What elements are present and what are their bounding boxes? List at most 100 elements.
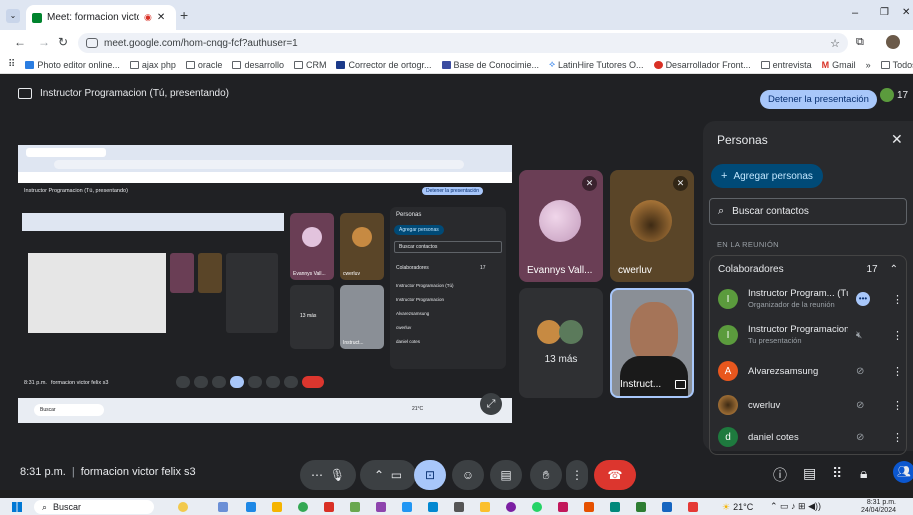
minimize-button[interactable]: – bbox=[852, 7, 858, 19]
new-tab-button[interactable]: + bbox=[180, 7, 188, 23]
tray-icons[interactable]: ⌃ ▭ ♪ ⊞ ◀)) bbox=[770, 501, 821, 512]
tab-close-icon[interactable]: ✕ bbox=[157, 12, 165, 23]
app-icon[interactable] bbox=[610, 502, 620, 512]
bookmark-folder[interactable]: ajax php bbox=[129, 60, 176, 70]
forward-icon[interactable]: → bbox=[38, 35, 50, 49]
people-button[interactable]: 👥︎ bbox=[893, 461, 913, 483]
photo-editor-icon bbox=[25, 60, 35, 69]
more-vert-icon[interactable]: ⋮ bbox=[892, 365, 903, 378]
raise-hand-button[interactable]: ✋︎ bbox=[530, 460, 562, 490]
site-info-icon[interactable] bbox=[86, 38, 98, 48]
add-people-button[interactable]: + Agregar personas bbox=[711, 164, 823, 188]
back-icon[interactable]: ← bbox=[14, 35, 26, 49]
mic-off-icon[interactable]: ⊘ bbox=[856, 400, 864, 411]
present-button[interactable]: ⊡ bbox=[414, 460, 446, 490]
taskbar-search[interactable]: ⌕ Buscar bbox=[34, 500, 154, 514]
bookmark-item[interactable]: Base de Conocimie... bbox=[441, 60, 539, 70]
participant-row[interactable]: I Instructor Programacion Tu presentación… bbox=[718, 320, 904, 350]
task-view-icon[interactable] bbox=[218, 502, 228, 512]
more-options-bubble-icon[interactable]: ••• bbox=[856, 292, 870, 306]
expand-icon[interactable]: ⤢ bbox=[480, 393, 502, 415]
app-icon[interactable] bbox=[350, 502, 360, 512]
mic-off-icon[interactable]: ⊘ bbox=[856, 432, 864, 443]
info-icon[interactable]: ⓘ bbox=[773, 465, 787, 485]
tile-instructor-self[interactable]: Instruct... bbox=[610, 288, 694, 398]
app-icon[interactable] bbox=[506, 502, 516, 512]
weather-widget[interactable]: ☀ 21°C bbox=[722, 502, 753, 513]
participant-avatar bbox=[537, 320, 561, 344]
more-bookmarks-icon[interactable]: » bbox=[866, 60, 871, 70]
chevron-up-icon[interactable]: ⌃ bbox=[890, 264, 898, 275]
mic-off-icon[interactable]: ⊘ bbox=[856, 366, 864, 377]
edge-icon[interactable] bbox=[246, 502, 256, 512]
app-icon[interactable] bbox=[376, 502, 386, 512]
widgets-icon[interactable] bbox=[178, 502, 188, 512]
bookmark-item[interactable]: M Gmail bbox=[822, 60, 856, 70]
participant-row[interactable]: I Instructor Program... (Tú) Organizador … bbox=[718, 284, 904, 314]
whatsapp-icon[interactable] bbox=[532, 502, 542, 512]
app-icon[interactable] bbox=[584, 502, 594, 512]
word-icon[interactable] bbox=[662, 502, 672, 512]
more-vert-icon[interactable]: ⋮ bbox=[892, 431, 903, 444]
tile-evannys[interactable]: ✕ Evannys Vall... bbox=[519, 170, 603, 282]
stop-presenting-button[interactable]: Detener la presentación bbox=[760, 90, 877, 109]
dreamweaver-icon[interactable] bbox=[558, 502, 568, 512]
camera-button[interactable]: ⌃ ▭ bbox=[360, 460, 416, 490]
bookmark-folder[interactable]: CRM bbox=[293, 60, 326, 70]
clock[interactable]: 8:31 p.m. 24/04/2024 bbox=[856, 499, 896, 515]
bookmark-label: Corrector de ortogr... bbox=[348, 59, 432, 70]
tile-name: Instruct... bbox=[620, 379, 662, 390]
more-vert-icon[interactable]: ⋮ bbox=[892, 293, 903, 306]
chat-icon[interactable]: ▤ bbox=[803, 465, 816, 482]
close-icon[interactable]: ✕ bbox=[891, 131, 903, 148]
all-bookmarks-folder[interactable]: Todos los marcadores bbox=[880, 60, 913, 70]
folder-icon bbox=[880, 60, 890, 69]
tile-cwerluv[interactable]: ✕ cwerluv bbox=[610, 170, 694, 282]
more-options-button[interactable]: ⋮ bbox=[566, 460, 588, 490]
bookmark-item[interactable]: ⟡ LatinHire Tutores O... bbox=[549, 59, 644, 70]
window-close-button[interactable]: ✕ bbox=[902, 7, 910, 18]
more-vert-icon[interactable]: ⋮ bbox=[892, 399, 903, 412]
activities-icon[interactable]: ⠿ bbox=[832, 465, 842, 482]
windows-start-icon[interactable] bbox=[12, 502, 22, 512]
mute-audio-icon[interactable]: 🔇︎ bbox=[856, 330, 862, 341]
search-contacts-input[interactable]: ⌕ Buscar contactos bbox=[709, 198, 907, 225]
chrome-icon[interactable] bbox=[298, 502, 308, 512]
leave-call-button[interactable]: ☎︎ bbox=[594, 460, 636, 490]
more-vert-icon[interactable]: ⋮ bbox=[892, 329, 903, 342]
participants-indicator[interactable]: 17 bbox=[880, 88, 908, 102]
bookmark-folder[interactable]: entrevista bbox=[760, 60, 812, 70]
app-icon[interactable] bbox=[454, 502, 464, 512]
tab-search-button[interactable]: ⌄ bbox=[6, 9, 20, 23]
bookmark-item[interactable]: Corrector de ortogr... bbox=[336, 59, 432, 70]
participant-row[interactable]: d daniel cotes ⊘ ⋮ bbox=[718, 422, 904, 452]
app-icon[interactable] bbox=[402, 502, 412, 512]
host-controls-icon[interactable]: 🔒︎ bbox=[860, 465, 867, 482]
app-icon[interactable] bbox=[480, 502, 490, 512]
profile-avatar[interactable] bbox=[886, 35, 900, 49]
apps-icon[interactable]: ⠿ bbox=[8, 59, 15, 70]
bookmark-folder[interactable]: oracle bbox=[185, 60, 222, 70]
maximize-button[interactable]: ❐ bbox=[880, 7, 889, 18]
browser-tab-meet[interactable]: Meet: formacion victor felix ◉ ✕ bbox=[26, 5, 176, 30]
reactions-button[interactable]: ☺ bbox=[452, 460, 484, 490]
participant-row[interactable]: A Alvarezsamsung ⊘ ⋮ bbox=[718, 356, 904, 386]
extensions-icon[interactable]: ⧉ bbox=[856, 36, 864, 49]
chevron-up-icon: ⌃ bbox=[373, 468, 385, 482]
captions-button[interactable]: ▤ bbox=[490, 460, 522, 490]
address-bar[interactable]: meet.google.com/hom-cnqg-fcf?authuser=1 … bbox=[78, 33, 848, 53]
reload-icon[interactable]: ↻ bbox=[58, 35, 68, 49]
microphone-button[interactable]: ⋯ 🎙︎ bbox=[300, 460, 356, 490]
bookmark-item[interactable]: Desarrollador Front... bbox=[653, 60, 751, 70]
app-icon-l[interactable] bbox=[324, 502, 334, 512]
app-icon[interactable] bbox=[688, 502, 698, 512]
file-explorer-icon[interactable] bbox=[272, 502, 282, 512]
bookmark-star-icon[interactable]: ☆ bbox=[830, 37, 840, 50]
tile-more-participants[interactable]: 13 más bbox=[519, 288, 603, 398]
bookmark-folder[interactable]: desarrollo bbox=[232, 60, 284, 70]
excel-icon[interactable] bbox=[636, 502, 646, 512]
participant-row[interactable]: cwerluv ⊘ ⋮ bbox=[718, 390, 904, 420]
bookmark-item[interactable]: Photo editor online... bbox=[25, 60, 120, 70]
group-header[interactable]: Colaboradores 17 ⌃ bbox=[718, 264, 898, 275]
vscode-icon[interactable] bbox=[428, 502, 438, 512]
